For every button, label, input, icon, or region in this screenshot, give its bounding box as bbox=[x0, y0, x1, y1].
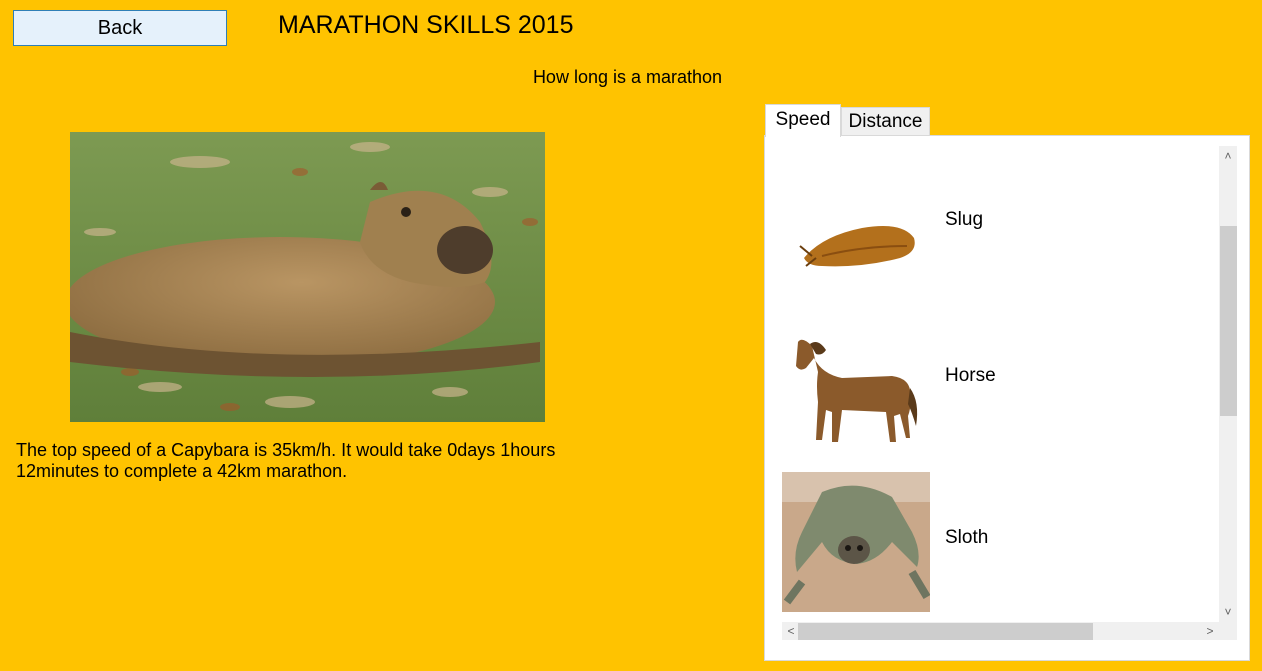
chevron-up-icon[interactable]: ˄ bbox=[1219, 146, 1237, 164]
animal-name: Horse bbox=[945, 365, 996, 386]
vertical-scrollbar[interactable]: ˄ ˅ bbox=[1219, 146, 1237, 622]
tab-speed[interactable]: Speed bbox=[765, 104, 841, 137]
animal-list[interactable]: Slug Horse Sloth bbox=[782, 146, 1237, 621]
tab-distance[interactable]: Distance bbox=[841, 107, 930, 135]
speed-tab-panel: Slug Horse Sloth ˄ ˅ < > bbox=[764, 135, 1250, 661]
animal-name: Slug bbox=[945, 209, 984, 230]
chevron-right-icon[interactable]: > bbox=[1201, 622, 1219, 640]
slug-image bbox=[782, 166, 930, 306]
capybara-image bbox=[70, 132, 545, 422]
sloth-image bbox=[782, 472, 931, 612]
vertical-scroll-thumb[interactable] bbox=[1220, 226, 1237, 416]
result-text: The top speed of a Capybara is 35km/h. I… bbox=[16, 440, 556, 481]
chevron-down-icon[interactable]: ˅ bbox=[1219, 604, 1237, 622]
page-title: MARATHON SKILLS 2015 bbox=[278, 11, 574, 39]
page-subtitle: How long is a marathon bbox=[532, 67, 723, 87]
list-item[interactable]: Slug bbox=[782, 166, 1212, 306]
horse-image bbox=[782, 316, 930, 456]
list-item[interactable]: Sloth bbox=[782, 472, 1212, 612]
animal-name: Sloth bbox=[945, 527, 989, 548]
list-item[interactable]: Horse bbox=[782, 316, 1212, 456]
horizontal-scroll-thumb[interactable] bbox=[798, 623, 1093, 640]
horizontal-scrollbar[interactable]: < > bbox=[782, 622, 1237, 640]
back-button[interactable]: Back bbox=[13, 10, 227, 46]
